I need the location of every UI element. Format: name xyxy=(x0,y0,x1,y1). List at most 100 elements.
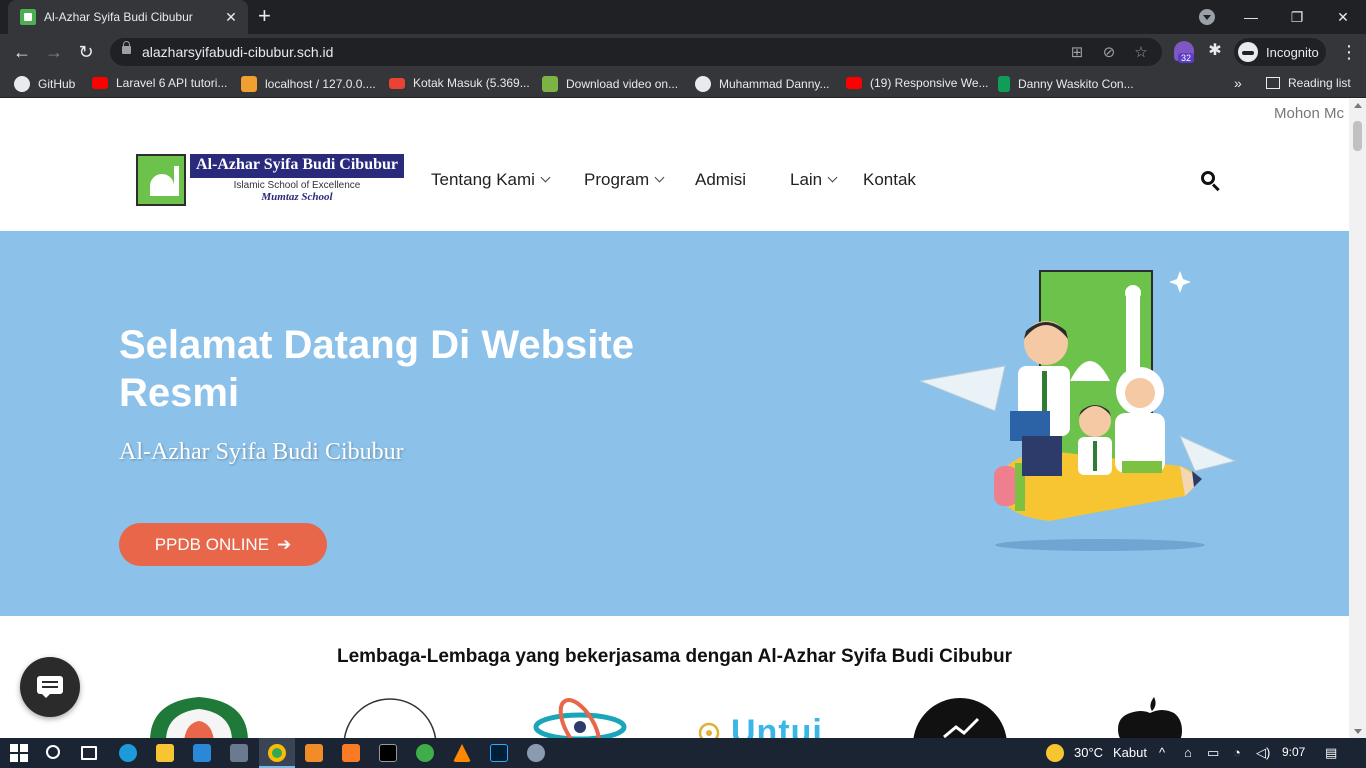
browser-tab-active[interactable]: Al-Azhar Syifa Budi Cibubur ✕ xyxy=(8,0,248,34)
download-arrow-icon xyxy=(542,76,558,92)
vlc-icon[interactable] xyxy=(453,744,471,762)
bookmark-label: Laravel 6 API tutori... xyxy=(116,76,228,90)
browser-menu-icon[interactable]: ⋮ xyxy=(1340,40,1358,64)
address-bar[interactable]: alazharsyifabudi-cibubur.sch.id ⊞ ⊘ ☆ xyxy=(110,38,1162,66)
battery-icon[interactable]: ▭ xyxy=(1207,745,1219,761)
announcement-marquee: Mohon Mc xyxy=(1274,105,1345,122)
chevron-down-icon xyxy=(827,172,838,183)
tracking-blocked-icon[interactable]: ⊘ xyxy=(1100,43,1118,61)
xampp-icon[interactable] xyxy=(342,744,360,762)
weather-condition[interactable]: Kabut xyxy=(1113,745,1147,760)
chat-button[interactable] xyxy=(20,657,80,717)
url-text[interactable]: alazharsyifabudi-cibubur.sch.id xyxy=(142,44,333,60)
nav-label: Lain xyxy=(790,170,823,189)
hero-title: Selamat Datang Di Website Resmi xyxy=(119,323,634,415)
bookmark-download-video[interactable]: Download video on... xyxy=(542,76,678,92)
mail-icon[interactable] xyxy=(193,744,211,762)
bookmarks-bar: GitHub Laravel 6 API tutori... localhost… xyxy=(0,70,1366,98)
github-icon xyxy=(14,76,30,92)
windows-start-icon[interactable] xyxy=(10,744,28,762)
partner-logo-untui[interactable]: Untui xyxy=(697,713,823,738)
network-location-icon[interactable]: ⌂ xyxy=(1184,745,1192,760)
nav-lain[interactable]: Lain xyxy=(790,170,838,190)
close-tab-icon[interactable]: ✕ xyxy=(222,9,240,26)
extension-badge: 32 xyxy=(1178,53,1195,63)
sublime-text-icon[interactable] xyxy=(305,744,323,762)
translate-icon[interactable]: ⊞ xyxy=(1068,43,1086,61)
partner-logo-atom[interactable] xyxy=(532,697,628,738)
task-view-icon[interactable] xyxy=(81,746,97,760)
app-icon[interactable] xyxy=(416,744,434,762)
edge-icon[interactable] xyxy=(119,744,137,762)
nav-label: Program xyxy=(584,170,650,189)
nav-kontak[interactable]: Kontak xyxy=(863,170,916,190)
nav-program[interactable]: Program xyxy=(584,170,665,190)
notifications-icon[interactable]: ▤ xyxy=(1325,745,1337,761)
weather-icon[interactable] xyxy=(1046,744,1064,762)
restore-button[interactable]: ❐ xyxy=(1274,0,1320,34)
nav-label: Tentang Kami xyxy=(431,170,535,189)
bookmark-label: Download video on... xyxy=(566,77,679,91)
scroll-up-icon[interactable] xyxy=(1354,103,1362,108)
site-logo[interactable]: Al-Azhar Syifa Budi Cibubur Islamic Scho… xyxy=(136,154,404,208)
bookmark-github[interactable]: GitHub xyxy=(14,76,75,92)
youtube-icon xyxy=(92,77,108,89)
partner-logo-text: Untui xyxy=(731,713,823,738)
forward-button[interactable]: → xyxy=(42,40,66,64)
search-icon[interactable] xyxy=(1201,171,1221,192)
paint-icon[interactable] xyxy=(527,744,545,762)
tab-search-icon[interactable] xyxy=(1199,9,1215,25)
search-icon[interactable] xyxy=(46,745,60,759)
bookmark-label: Muhammad Danny... xyxy=(719,77,830,91)
partners-title: Lembaga-Lembaga yang bekerjasama dengan … xyxy=(336,646,1012,667)
bookmark-laravel[interactable]: Laravel 6 API tutori... xyxy=(92,76,227,90)
logo-brand: Al-Azhar Syifa Budi Cibubur xyxy=(190,154,404,178)
profile-label: Incognito xyxy=(1266,44,1319,60)
back-button[interactable]: ← xyxy=(10,40,34,64)
bookmarks-overflow-button[interactable]: » xyxy=(1234,75,1242,91)
nav-tentang-kami[interactable]: Tentang Kami xyxy=(431,170,551,190)
scrollbar-thumb[interactable] xyxy=(1353,121,1362,151)
photoshop-icon[interactable] xyxy=(490,744,508,762)
lock-icon[interactable] xyxy=(122,41,131,54)
ppdb-label: PPDB ONLINE xyxy=(154,534,270,554)
bookmark-star-icon[interactable]: ☆ xyxy=(1132,43,1150,61)
bookmark-muhammad-danny[interactable]: Muhammad Danny... xyxy=(695,76,830,92)
weather-temperature[interactable]: 30°C xyxy=(1074,745,1103,760)
youtube-icon xyxy=(846,77,862,89)
bookmark-label: Kotak Masuk (5.369... xyxy=(413,76,530,90)
chrome-icon[interactable] xyxy=(268,744,286,762)
partner-logo-growth[interactable] xyxy=(912,697,1008,738)
chat-bubble-icon xyxy=(37,676,63,698)
bookmark-gmail[interactable]: Kotak Masuk (5.369... xyxy=(389,76,530,90)
window-close-button[interactable]: ✕ xyxy=(1320,0,1366,34)
bookmark-localhost[interactable]: localhost / 127.0.0.... xyxy=(241,76,376,92)
scroll-down-icon[interactable] xyxy=(1354,729,1362,734)
windows-taskbar: 30°C Kabut ^ ⌂ ▭ ◔ ◁) 9:07 ▤ xyxy=(0,738,1366,768)
minimize-button[interactable]: — xyxy=(1228,0,1274,34)
browser-tab-strip: Al-Azhar Syifa Budi Cibubur ✕ + — ❐ ✕ xyxy=(0,0,1366,34)
reading-list-button[interactable]: Reading list xyxy=(1266,76,1351,90)
reload-button[interactable]: ↻ xyxy=(74,40,98,64)
clock-time[interactable]: 9:07 xyxy=(1282,745,1305,759)
terminal-icon[interactable] xyxy=(379,744,397,762)
mosque-logo-icon xyxy=(136,154,187,206)
bookmark-danny-waskito[interactable]: Danny Waskito Con... xyxy=(998,76,1134,92)
new-tab-button[interactable]: + xyxy=(258,5,271,27)
page-scrollbar[interactable] xyxy=(1349,99,1366,738)
volume-icon[interactable]: ◁) xyxy=(1256,745,1270,761)
nav-admisi[interactable]: Admisi xyxy=(695,170,746,190)
bookmark-responsive-web[interactable]: (19) Responsive We... xyxy=(846,76,989,90)
extensions-puzzle-icon[interactable]: ✱ xyxy=(1205,41,1225,61)
partner-logo-apple[interactable] xyxy=(1108,697,1192,738)
tray-overflow-icon[interactable]: ^ xyxy=(1159,745,1165,760)
file-explorer-icon[interactable] xyxy=(156,744,174,762)
reading-list-icon xyxy=(1266,77,1280,89)
ppdb-online-button[interactable]: PPDB ONLINE ➔ xyxy=(119,523,327,566)
partner-logo-stik[interactable] xyxy=(148,697,250,738)
partner-logo-circle[interactable] xyxy=(342,697,438,738)
camera-icon[interactable] xyxy=(230,744,248,762)
wifi-icon[interactable]: ◔ xyxy=(1233,745,1241,760)
arrow-right-icon: ➔ xyxy=(277,534,292,554)
profile-incognito-button[interactable]: Incognito xyxy=(1234,38,1326,66)
